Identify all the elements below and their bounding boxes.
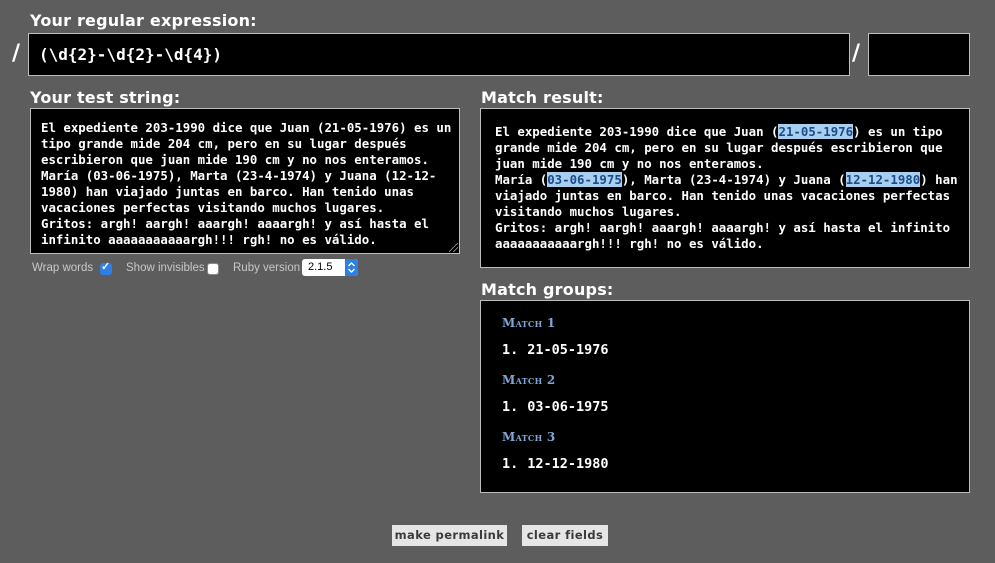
make-permalink-button[interactable]: make permalink (392, 525, 507, 546)
test-string-line: infinito aaaaaaaaaaargh!!! rgh! no es vá… (41, 232, 377, 247)
wrap-words-checkbox[interactable] (100, 260, 112, 275)
match-text: aaaaaaaaaaargh!!! rgh! no es válido. (495, 236, 764, 251)
match-text: ), Marta (23-4-1974) y Juana ( (621, 172, 846, 187)
regex-label: Your regular expression: (30, 11, 257, 30)
match-text: ) es un tipo (853, 124, 943, 139)
show-invisibles-label: Show invisibles (126, 262, 205, 274)
match-result-line: aaaaaaaaaaargh!!! rgh! no es válido. (495, 236, 961, 252)
match-group-item: 1. 12-12-1980 (502, 456, 609, 472)
match-group-index: 1. (502, 399, 519, 415)
match-result-line: visitando muchos lugares. (495, 204, 961, 220)
test-string-line: vacaciones perfectas visitando muchos lu… (41, 200, 385, 215)
regex-options-input[interactable] (868, 33, 970, 76)
match-group-title: Match 1 (502, 316, 556, 330)
match-highlight: 03-06-1975 (547, 172, 622, 187)
test-string-line: Gritos: argh! aargh! aaargh! aaaargh! y … (41, 216, 429, 231)
match-text: grande mide 204 cm, pero en su lugar des… (495, 140, 943, 155)
test-string-textarea[interactable]: El expediente 203-1990 dice que Juan (21… (30, 108, 460, 254)
match-group-title: Match 3 (502, 430, 556, 444)
match-groups-label: Match groups: (481, 280, 614, 299)
test-string-line: escribieron que juan mide 190 cm y no no… (41, 152, 429, 167)
match-group-index: 1. (502, 456, 519, 472)
regex-close-slash: / (852, 41, 861, 66)
match-result-line: María (03-06-1975), Marta (23-4-1974) y … (495, 172, 961, 188)
show-invisibles-checkbox[interactable] (207, 263, 219, 275)
ruby-version-label: Ruby version (233, 262, 301, 274)
match-result-line: El expediente 203-1990 dice que Juan (21… (495, 124, 961, 140)
match-highlight: 12-12-1980 (845, 172, 921, 187)
match-text: María ( (495, 172, 548, 187)
test-string-line: tipo grande mide 204 cm, pero en su luga… (41, 136, 407, 151)
regex-input[interactable]: (\d{2}-\d{2}-\d{4}) (28, 33, 850, 76)
match-text: ) han (920, 172, 958, 187)
match-group-value: 03-06-1975 (527, 399, 609, 415)
test-string-line: María (03-06-1975), Marta (23-4-1974) y … (41, 168, 437, 183)
match-group-value: 21-05-1976 (527, 342, 609, 358)
regex-open-slash: / (12, 41, 21, 66)
test-string-line: El expediente 203-1990 dice que Juan (21… (41, 120, 452, 135)
match-result-line: grande mide 204 cm, pero en su lugar des… (495, 140, 961, 156)
match-result-line: Gritos: argh! aargh! aaargh! aaaargh! y … (495, 220, 961, 236)
match-result-line: juan mide 190 cm y no nos enteramos. (495, 156, 961, 172)
match-result-panel: El expediente 203-1990 dice que Juan (21… (480, 108, 970, 268)
match-result-label: Match result: (481, 88, 604, 107)
match-group-value: 12-12-1980 (527, 456, 609, 472)
wrap-words-label: Wrap words (32, 262, 94, 274)
match-text: juan mide 190 cm y no nos enteramos. (495, 156, 764, 171)
match-groups-panel: Match 1 1. 21-05-1976 Match 2 1. 03-06-1975 Ma… (480, 300, 970, 493)
match-text: viajado juntas en barco. Han tenido unas… (495, 188, 951, 203)
match-group-title: Match 2 (502, 373, 556, 387)
match-group-index: 1. (502, 342, 519, 358)
match-group-item: 1. 21-05-1976 (502, 342, 609, 358)
match-text: El expediente 203-1990 dice que Juan ( (495, 124, 779, 139)
match-group-item: 1. 03-06-1975 (502, 399, 609, 415)
match-highlight: 21-05-1976 (778, 124, 854, 139)
match-result-line: viajado juntas en barco. Han tenido unas… (495, 188, 961, 204)
ruby-version-select[interactable]: 2.1.5 (302, 259, 358, 276)
match-text: Gritos: argh! aargh! aaargh! aaaargh! y … (495, 220, 951, 235)
match-text: visitando muchos lugares. (495, 204, 682, 219)
test-string-label: Your test string: (30, 88, 181, 107)
test-string-line: 1980) han viajado juntas en barco. Han t… (41, 184, 414, 199)
clear-fields-button[interactable]: clear fields (522, 525, 608, 546)
ruby-version-value: 2.1.5 (308, 261, 333, 273)
resize-grip-icon[interactable] (449, 243, 458, 252)
select-arrows-icon (345, 259, 358, 276)
